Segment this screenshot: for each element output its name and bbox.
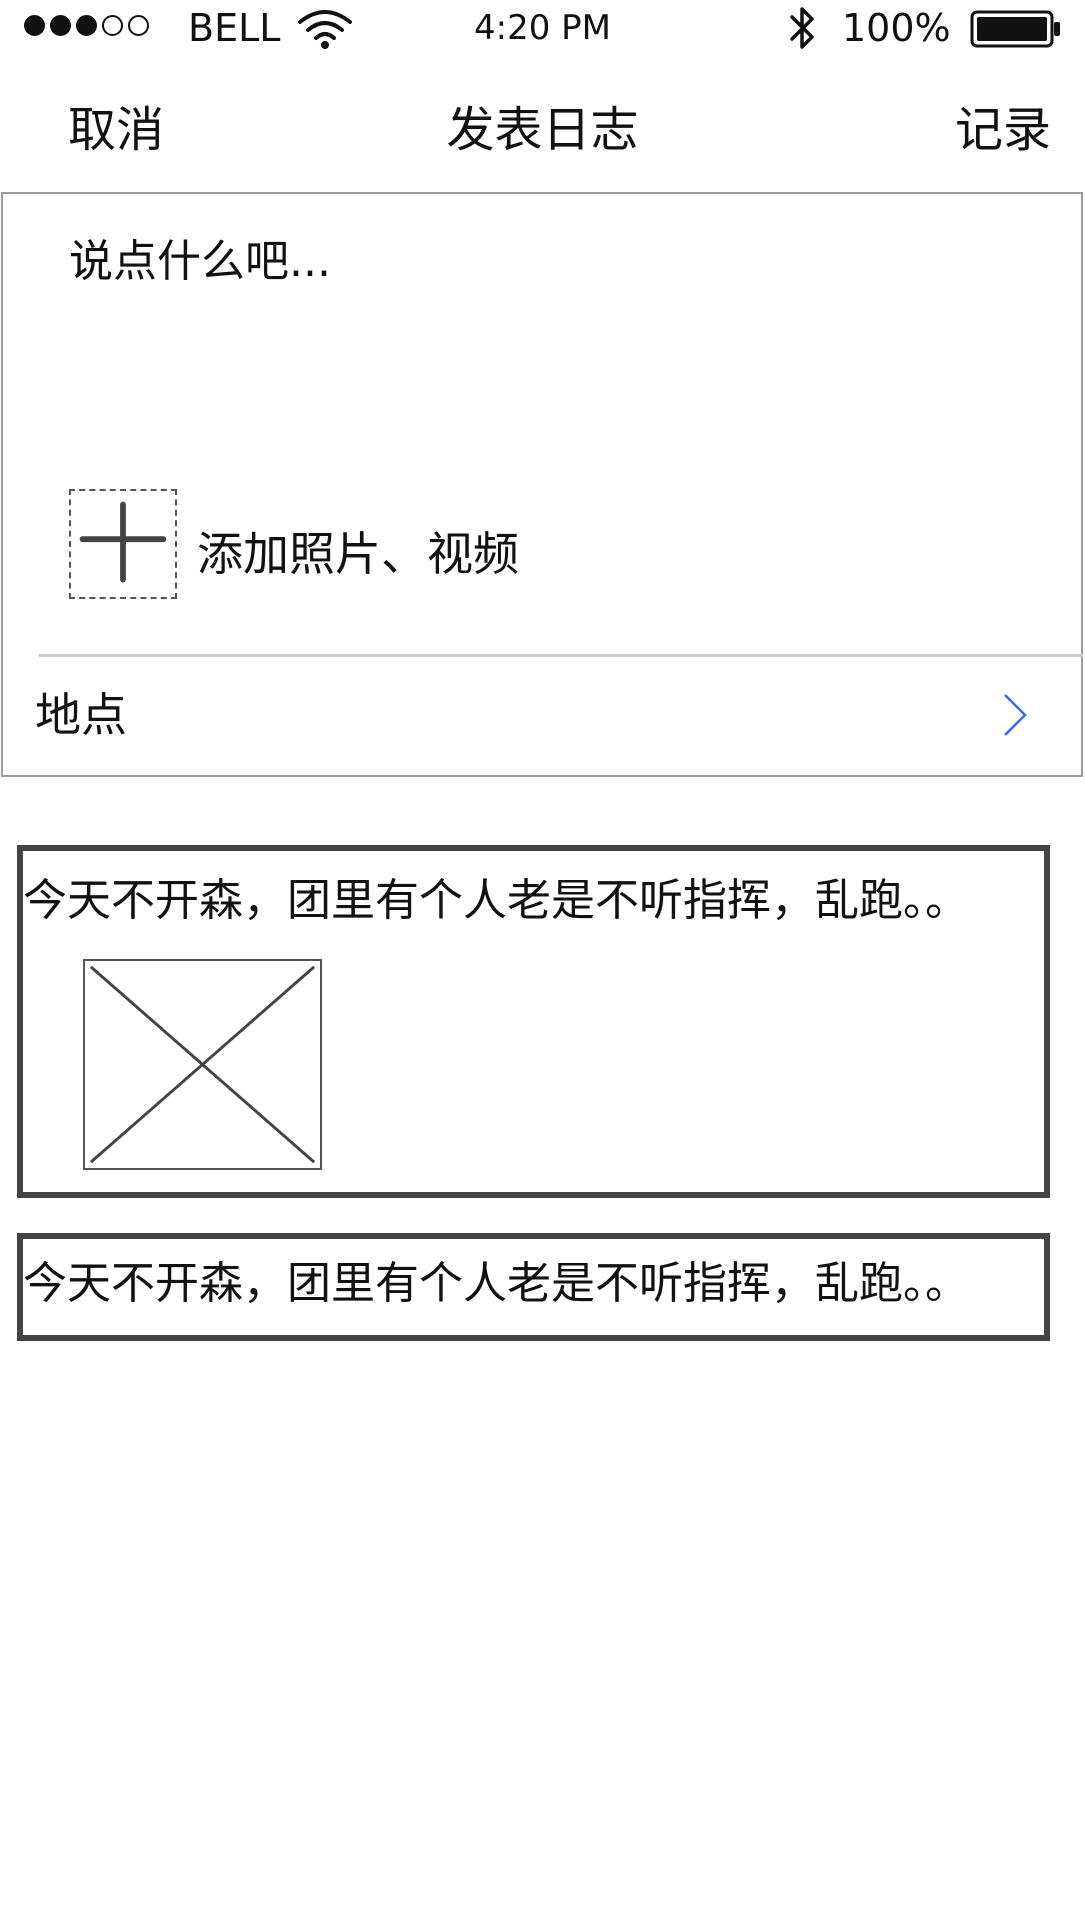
navigation-bar: 发表日志 取消 记录 (0, 90, 1085, 170)
battery-icon (970, 10, 1062, 48)
bluetooth-icon (788, 5, 818, 51)
compose-panel: 添加照片、视频 地点 (1, 192, 1083, 777)
chevron-right-icon (999, 691, 1029, 739)
battery-percentage: 100% (842, 6, 951, 50)
image-placeholder-icon[interactable] (83, 959, 322, 1170)
post-card[interactable]: 今天不开森，团里有个人老是不听指挥，乱跑。。 (17, 1233, 1050, 1341)
post-text: 今天不开森，团里有个人老是不听指挥，乱跑。。 (23, 1258, 969, 1309)
plus-icon (79, 501, 167, 583)
post-card[interactable]: 今天不开森，团里有个人老是不听指挥，乱跑。。 (17, 845, 1050, 1198)
location-label: 地点 (35, 688, 127, 742)
cancel-button[interactable]: 取消 (68, 90, 164, 170)
post-text: 今天不开森，团里有个人老是不听指挥，乱跑。。 (23, 875, 969, 926)
add-media-button[interactable] (69, 489, 177, 599)
record-button[interactable]: 记录 (955, 90, 1051, 170)
post-content-input[interactable] (69, 232, 969, 292)
status-bar: BELL 4:20 PM 100% (0, 0, 1085, 56)
add-media-label[interactable]: 添加照片、视频 (197, 524, 519, 584)
location-row[interactable]: 地点 (3, 657, 1081, 775)
